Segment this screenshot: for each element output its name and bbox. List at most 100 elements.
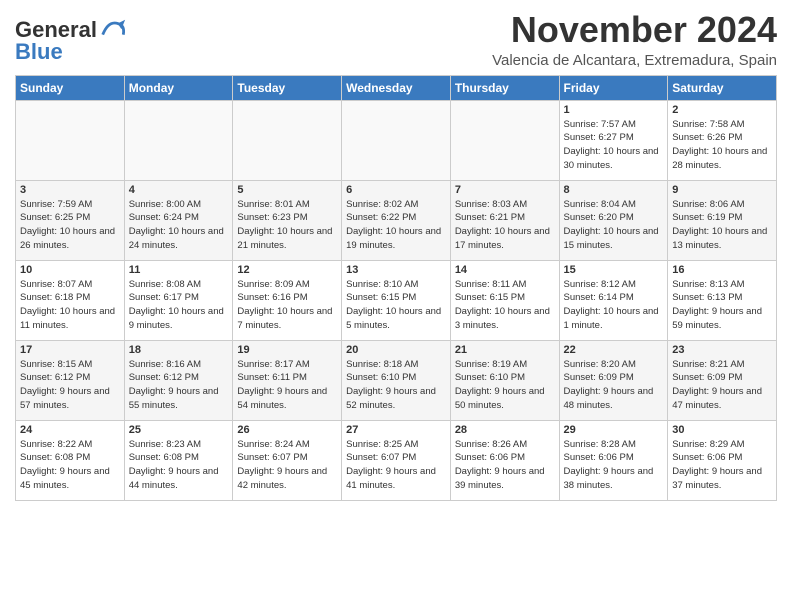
logo-icon (99, 16, 127, 44)
calendar-cell: 20 Sunrise: 8:18 AM Sunset: 6:10 PM Dayli… (342, 340, 451, 420)
day-info: Sunrise: 8:17 AM Sunset: 6:11 PM Dayligh… (237, 358, 337, 413)
calendar-cell: 3 Sunrise: 7:59 AM Sunset: 6:25 PM Daylig… (16, 180, 125, 260)
weekday-header-friday: Friday (559, 75, 668, 100)
day-info: Sunrise: 8:07 AM Sunset: 6:18 PM Dayligh… (20, 278, 120, 333)
calendar-cell: 25 Sunrise: 8:23 AM Sunset: 6:08 PM Dayli… (124, 420, 233, 500)
calendar-cell: 18 Sunrise: 8:16 AM Sunset: 6:12 PM Dayli… (124, 340, 233, 420)
calendar-cell: 4 Sunrise: 8:00 AM Sunset: 6:24 PM Daylig… (124, 180, 233, 260)
calendar-cell: 10Sunrise: 8:07 AM Sunset: 6:18 PM Dayli… (16, 260, 125, 340)
calendar-cell: 19 Sunrise: 8:17 AM Sunset: 6:11 PM Dayli… (233, 340, 342, 420)
logo-blue-text: Blue (15, 40, 63, 64)
calendar-cell: 1 Sunrise: 7:57 AM Sunset: 6:27 PM Daylig… (559, 100, 668, 180)
day-number: 16 (672, 264, 772, 276)
day-number: 21 (455, 344, 555, 356)
calendar-body: 1 Sunrise: 7:57 AM Sunset: 6:27 PM Daylig… (16, 100, 777, 500)
calendar-week-3: 10Sunrise: 8:07 AM Sunset: 6:18 PM Dayli… (16, 260, 777, 340)
day-number: 14 (455, 264, 555, 276)
day-number: 12 (237, 264, 337, 276)
day-info: Sunrise: 8:21 AM Sunset: 6:09 PM Dayligh… (672, 358, 772, 413)
calendar-cell (450, 100, 559, 180)
day-info: Sunrise: 8:04 AM Sunset: 6:20 PM Dayligh… (564, 198, 664, 253)
title-block: November 2024 Valencia de Alcantara, Ext… (492, 10, 777, 69)
day-info: Sunrise: 7:59 AM Sunset: 6:25 PM Dayligh… (20, 198, 120, 253)
day-number: 24 (20, 424, 120, 436)
day-number: 23 (672, 344, 772, 356)
day-number: 22 (564, 344, 664, 356)
day-info: Sunrise: 8:03 AM Sunset: 6:21 PM Dayligh… (455, 198, 555, 253)
weekday-header-thursday: Thursday (450, 75, 559, 100)
day-number: 20 (346, 344, 446, 356)
day-number: 3 (20, 184, 120, 196)
calendar-cell (342, 100, 451, 180)
calendar-cell: 21 Sunrise: 8:19 AM Sunset: 6:10 PM Dayli… (450, 340, 559, 420)
calendar-cell: 12Sunrise: 8:09 AM Sunset: 6:16 PM Dayli… (233, 260, 342, 340)
day-info: Sunrise: 8:23 AM Sunset: 6:08 PM Dayligh… (129, 438, 229, 493)
calendar-table: SundayMondayTuesdayWednesdayThursdayFrid… (15, 75, 777, 501)
calendar-cell: 26Sunrise: 8:24 AM Sunset: 6:07 PM Dayli… (233, 420, 342, 500)
calendar-cell: 23 Sunrise: 8:21 AM Sunset: 6:09 PM Dayli… (668, 340, 777, 420)
day-number: 1 (564, 104, 664, 116)
day-number: 11 (129, 264, 229, 276)
calendar-cell: 27Sunrise: 8:25 AM Sunset: 6:07 PM Dayli… (342, 420, 451, 500)
day-info: Sunrise: 8:20 AM Sunset: 6:09 PM Dayligh… (564, 358, 664, 413)
calendar-cell: 7Sunrise: 8:03 AM Sunset: 6:21 PM Daylig… (450, 180, 559, 260)
calendar-week-4: 17 Sunrise: 8:15 AM Sunset: 6:12 PM Dayli… (16, 340, 777, 420)
logo: General Blue (15, 16, 127, 64)
day-info: Sunrise: 8:12 AM Sunset: 6:14 PM Dayligh… (564, 278, 664, 333)
day-info: Sunrise: 8:01 AM Sunset: 6:23 PM Dayligh… (237, 198, 337, 253)
day-number: 17 (20, 344, 120, 356)
day-info: Sunrise: 8:24 AM Sunset: 6:07 PM Dayligh… (237, 438, 337, 493)
day-info: Sunrise: 7:58 AM Sunset: 6:26 PM Dayligh… (672, 118, 772, 173)
day-info: Sunrise: 8:19 AM Sunset: 6:10 PM Dayligh… (455, 358, 555, 413)
calendar-cell (16, 100, 125, 180)
day-info: Sunrise: 8:02 AM Sunset: 6:22 PM Dayligh… (346, 198, 446, 253)
day-info: Sunrise: 8:13 AM Sunset: 6:13 PM Dayligh… (672, 278, 772, 333)
calendar-subtitle: Valencia de Alcantara, Extremadura, Spai… (492, 52, 777, 69)
calendar-title: November 2024 (492, 10, 777, 50)
calendar-header-row: SundayMondayTuesdayWednesdayThursdayFrid… (16, 75, 777, 100)
day-info: Sunrise: 8:25 AM Sunset: 6:07 PM Dayligh… (346, 438, 446, 493)
day-info: Sunrise: 8:18 AM Sunset: 6:10 PM Dayligh… (346, 358, 446, 413)
calendar-cell: 8Sunrise: 8:04 AM Sunset: 6:20 PM Daylig… (559, 180, 668, 260)
day-info: Sunrise: 8:26 AM Sunset: 6:06 PM Dayligh… (455, 438, 555, 493)
day-number: 29 (564, 424, 664, 436)
calendar-week-2: 3 Sunrise: 7:59 AM Sunset: 6:25 PM Daylig… (16, 180, 777, 260)
day-number: 6 (346, 184, 446, 196)
day-number: 15 (564, 264, 664, 276)
weekday-header-wednesday: Wednesday (342, 75, 451, 100)
day-info: Sunrise: 8:06 AM Sunset: 6:19 PM Dayligh… (672, 198, 772, 253)
day-number: 25 (129, 424, 229, 436)
day-number: 2 (672, 104, 772, 116)
day-info: Sunrise: 7:57 AM Sunset: 6:27 PM Dayligh… (564, 118, 664, 173)
weekday-header-monday: Monday (124, 75, 233, 100)
calendar-cell (124, 100, 233, 180)
calendar-cell: 14Sunrise: 8:11 AM Sunset: 6:15 PM Dayli… (450, 260, 559, 340)
calendar-cell: 5Sunrise: 8:01 AM Sunset: 6:23 PM Daylig… (233, 180, 342, 260)
calendar-cell (233, 100, 342, 180)
calendar-cell: 2 Sunrise: 7:58 AM Sunset: 6:26 PM Daylig… (668, 100, 777, 180)
weekday-header-saturday: Saturday (668, 75, 777, 100)
calendar-cell: 28Sunrise: 8:26 AM Sunset: 6:06 PM Dayli… (450, 420, 559, 500)
day-number: 4 (129, 184, 229, 196)
day-number: 30 (672, 424, 772, 436)
day-info: Sunrise: 8:16 AM Sunset: 6:12 PM Dayligh… (129, 358, 229, 413)
day-info: Sunrise: 8:28 AM Sunset: 6:06 PM Dayligh… (564, 438, 664, 493)
day-info: Sunrise: 8:29 AM Sunset: 6:06 PM Dayligh… (672, 438, 772, 493)
calendar-cell: 17 Sunrise: 8:15 AM Sunset: 6:12 PM Dayli… (16, 340, 125, 420)
day-info: Sunrise: 8:00 AM Sunset: 6:24 PM Dayligh… (129, 198, 229, 253)
day-number: 13 (346, 264, 446, 276)
calendar-cell: 6 Sunrise: 8:02 AM Sunset: 6:22 PM Daylig… (342, 180, 451, 260)
calendar-cell: 13Sunrise: 8:10 AM Sunset: 6:15 PM Dayli… (342, 260, 451, 340)
day-info: Sunrise: 8:15 AM Sunset: 6:12 PM Dayligh… (20, 358, 120, 413)
calendar-cell: 29 Sunrise: 8:28 AM Sunset: 6:06 PM Dayli… (559, 420, 668, 500)
calendar-cell: 22 Sunrise: 8:20 AM Sunset: 6:09 PM Dayli… (559, 340, 668, 420)
day-info: Sunrise: 8:22 AM Sunset: 6:08 PM Dayligh… (20, 438, 120, 493)
header: General Blue November 2024 Valencia de A… (15, 10, 777, 69)
calendar-cell: 11 Sunrise: 8:08 AM Sunset: 6:17 PM Dayli… (124, 260, 233, 340)
calendar-cell: 30 Sunrise: 8:29 AM Sunset: 6:06 PM Dayli… (668, 420, 777, 500)
day-number: 19 (237, 344, 337, 356)
day-info: Sunrise: 8:08 AM Sunset: 6:17 PM Dayligh… (129, 278, 229, 333)
calendar-cell: 16 Sunrise: 8:13 AM Sunset: 6:13 PM Dayli… (668, 260, 777, 340)
calendar-week-1: 1 Sunrise: 7:57 AM Sunset: 6:27 PM Daylig… (16, 100, 777, 180)
day-number: 18 (129, 344, 229, 356)
